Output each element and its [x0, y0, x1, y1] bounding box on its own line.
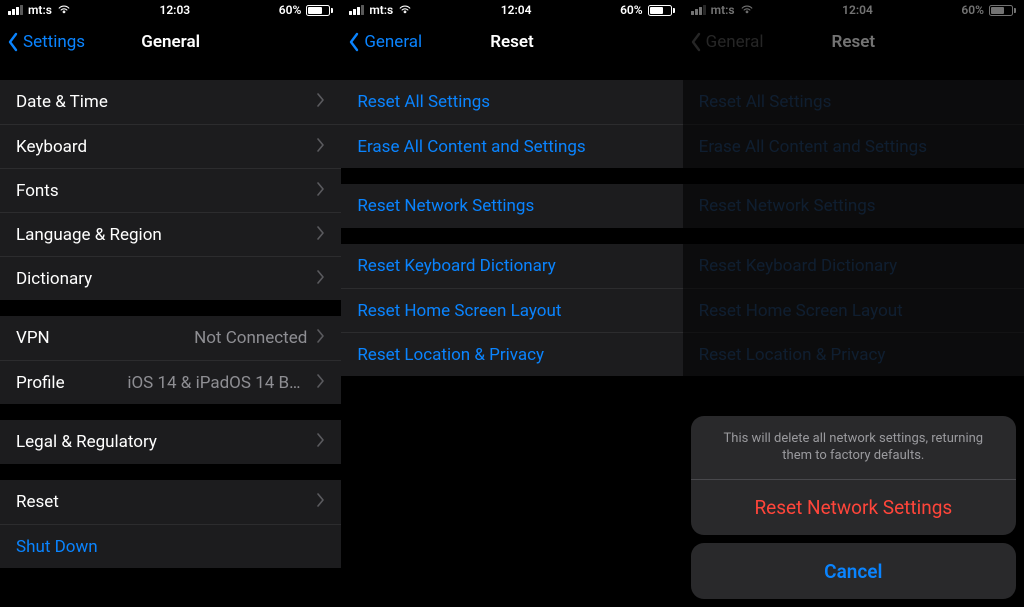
row-fonts[interactable]: Fonts — [0, 168, 341, 212]
panel-general: mt:s 12:03 60% Settings General Date & T… — [0, 0, 341, 607]
row-label: VPN — [16, 328, 50, 348]
nav-bar: General Reset — [341, 20, 682, 64]
back-label: Settings — [23, 32, 85, 52]
nav-bar: General Reset — [683, 20, 1024, 64]
wifi-icon — [57, 3, 71, 17]
row-erase-all-content[interactable]: Erase All Content and Settings — [341, 124, 682, 168]
chevron-right-icon — [317, 432, 325, 452]
row-reset-keyboard-dictionary: Reset Keyboard Dictionary — [683, 244, 1024, 288]
chevron-right-icon — [317, 328, 325, 348]
row-reset-location-privacy: Reset Location & Privacy — [683, 332, 1024, 376]
group-reset-a: Reset All Settings Erase All Content and… — [683, 80, 1024, 168]
carrier-label: mt:s — [711, 3, 735, 17]
battery-icon — [989, 5, 1016, 16]
group-reset-a: Reset All Settings Erase All Content and… — [341, 80, 682, 168]
row-keyboard[interactable]: Keyboard — [0, 124, 341, 168]
row-label: Keyboard — [16, 137, 87, 157]
chevron-right-icon — [317, 92, 325, 112]
row-dictionary[interactable]: Dictionary — [0, 256, 341, 300]
group-vpn-profile: VPN Not Connected Profile iOS 14 & iPadO… — [0, 316, 341, 404]
group-reset-c: Reset Keyboard Dictionary Reset Home Scr… — [341, 244, 682, 376]
status-bar: mt:s 12:03 60% — [0, 0, 341, 20]
row-shutdown[interactable]: Shut Down — [0, 524, 341, 568]
chevron-right-icon — [317, 225, 325, 245]
row-value: iOS 14 & iPadOS 14 Beta Softwar... — [127, 373, 317, 393]
row-reset[interactable]: Reset — [0, 480, 341, 524]
clock: 12:03 — [159, 3, 190, 17]
row-language-region[interactable]: Language & Region — [0, 212, 341, 256]
chevron-left-icon — [347, 32, 361, 52]
battery-icon — [648, 5, 675, 16]
signal-icon — [691, 5, 706, 15]
wifi-icon — [398, 3, 412, 17]
panel-reset: mt:s 12:04 60% General Reset Reset All S… — [341, 0, 682, 607]
row-reset-home-screen: Reset Home Screen Layout — [683, 288, 1024, 332]
row-erase-all-content: Erase All Content and Settings — [683, 124, 1024, 168]
row-reset-home-screen[interactable]: Reset Home Screen Layout — [341, 288, 682, 332]
chevron-right-icon — [317, 373, 325, 393]
back-label: General — [706, 32, 764, 52]
row-value: Not Connected — [194, 328, 317, 348]
chevron-left-icon — [6, 32, 20, 52]
row-label: Profile — [16, 373, 65, 393]
back-button[interactable]: Settings — [6, 32, 85, 52]
row-label: Dictionary — [16, 269, 92, 289]
row-label: Legal & Regulatory — [16, 432, 157, 452]
battery-percent: 60% — [620, 3, 643, 17]
status-bar: mt:s 12:04 60% — [341, 0, 682, 20]
sheet-message: This will delete all network settings, r… — [691, 416, 1016, 479]
status-bar: mt:s 12:04 60% — [683, 0, 1024, 20]
chevron-right-icon — [317, 492, 325, 512]
row-vpn[interactable]: VPN Not Connected — [0, 316, 341, 360]
row-label: Date & Time — [16, 92, 108, 112]
chevron-left-icon — [689, 32, 703, 52]
battery-icon — [306, 5, 333, 16]
signal-icon — [349, 5, 364, 15]
row-reset-location-privacy[interactable]: Reset Location & Privacy — [341, 332, 682, 376]
action-sheet: This will delete all network settings, r… — [691, 416, 1016, 599]
battery-percent: 60% — [279, 3, 302, 17]
row-date-time[interactable]: Date & Time — [0, 80, 341, 124]
sheet-confirm-button[interactable]: Reset Network Settings — [691, 479, 1016, 535]
chevron-right-icon — [317, 137, 325, 157]
panel-reset-sheet: mt:s 12:04 60% General Reset Reset All S… — [683, 0, 1024, 607]
group-legal: Legal & Regulatory — [0, 420, 341, 464]
row-label: Fonts — [16, 181, 59, 201]
sheet-cancel-button[interactable]: Cancel — [691, 543, 1016, 599]
row-legal[interactable]: Legal & Regulatory — [0, 420, 341, 464]
carrier-label: mt:s — [369, 3, 393, 17]
row-reset-keyboard-dictionary[interactable]: Reset Keyboard Dictionary — [341, 244, 682, 288]
back-label: General — [364, 32, 422, 52]
wifi-icon — [740, 3, 754, 17]
nav-bar: Settings General — [0, 20, 341, 64]
row-reset-network: Reset Network Settings — [683, 184, 1024, 228]
clock: 12:04 — [842, 3, 873, 17]
carrier-label: mt:s — [28, 3, 52, 17]
row-profile[interactable]: Profile iOS 14 & iPadOS 14 Beta Softwar.… — [0, 360, 341, 404]
row-reset-network[interactable]: Reset Network Settings — [341, 184, 682, 228]
chevron-right-icon — [317, 269, 325, 289]
back-button[interactable]: General — [347, 32, 422, 52]
clock: 12:04 — [501, 3, 532, 17]
signal-icon — [8, 5, 23, 15]
chevron-right-icon — [317, 181, 325, 201]
row-label: Reset — [16, 492, 59, 512]
row-reset-all-settings: Reset All Settings — [683, 80, 1024, 124]
back-button: General — [689, 32, 764, 52]
row-label: Language & Region — [16, 225, 162, 245]
group-reset-b: Reset Network Settings — [683, 184, 1024, 228]
battery-percent: 60% — [961, 3, 984, 17]
group-reset-c: Reset Keyboard Dictionary Reset Home Scr… — [683, 244, 1024, 376]
group-reset-b: Reset Network Settings — [341, 184, 682, 228]
row-reset-all-settings[interactable]: Reset All Settings — [341, 80, 682, 124]
group-reset-shutdown: Reset Shut Down — [0, 480, 341, 568]
group-preferences: Date & Time Keyboard Fonts Language & Re… — [0, 80, 341, 300]
